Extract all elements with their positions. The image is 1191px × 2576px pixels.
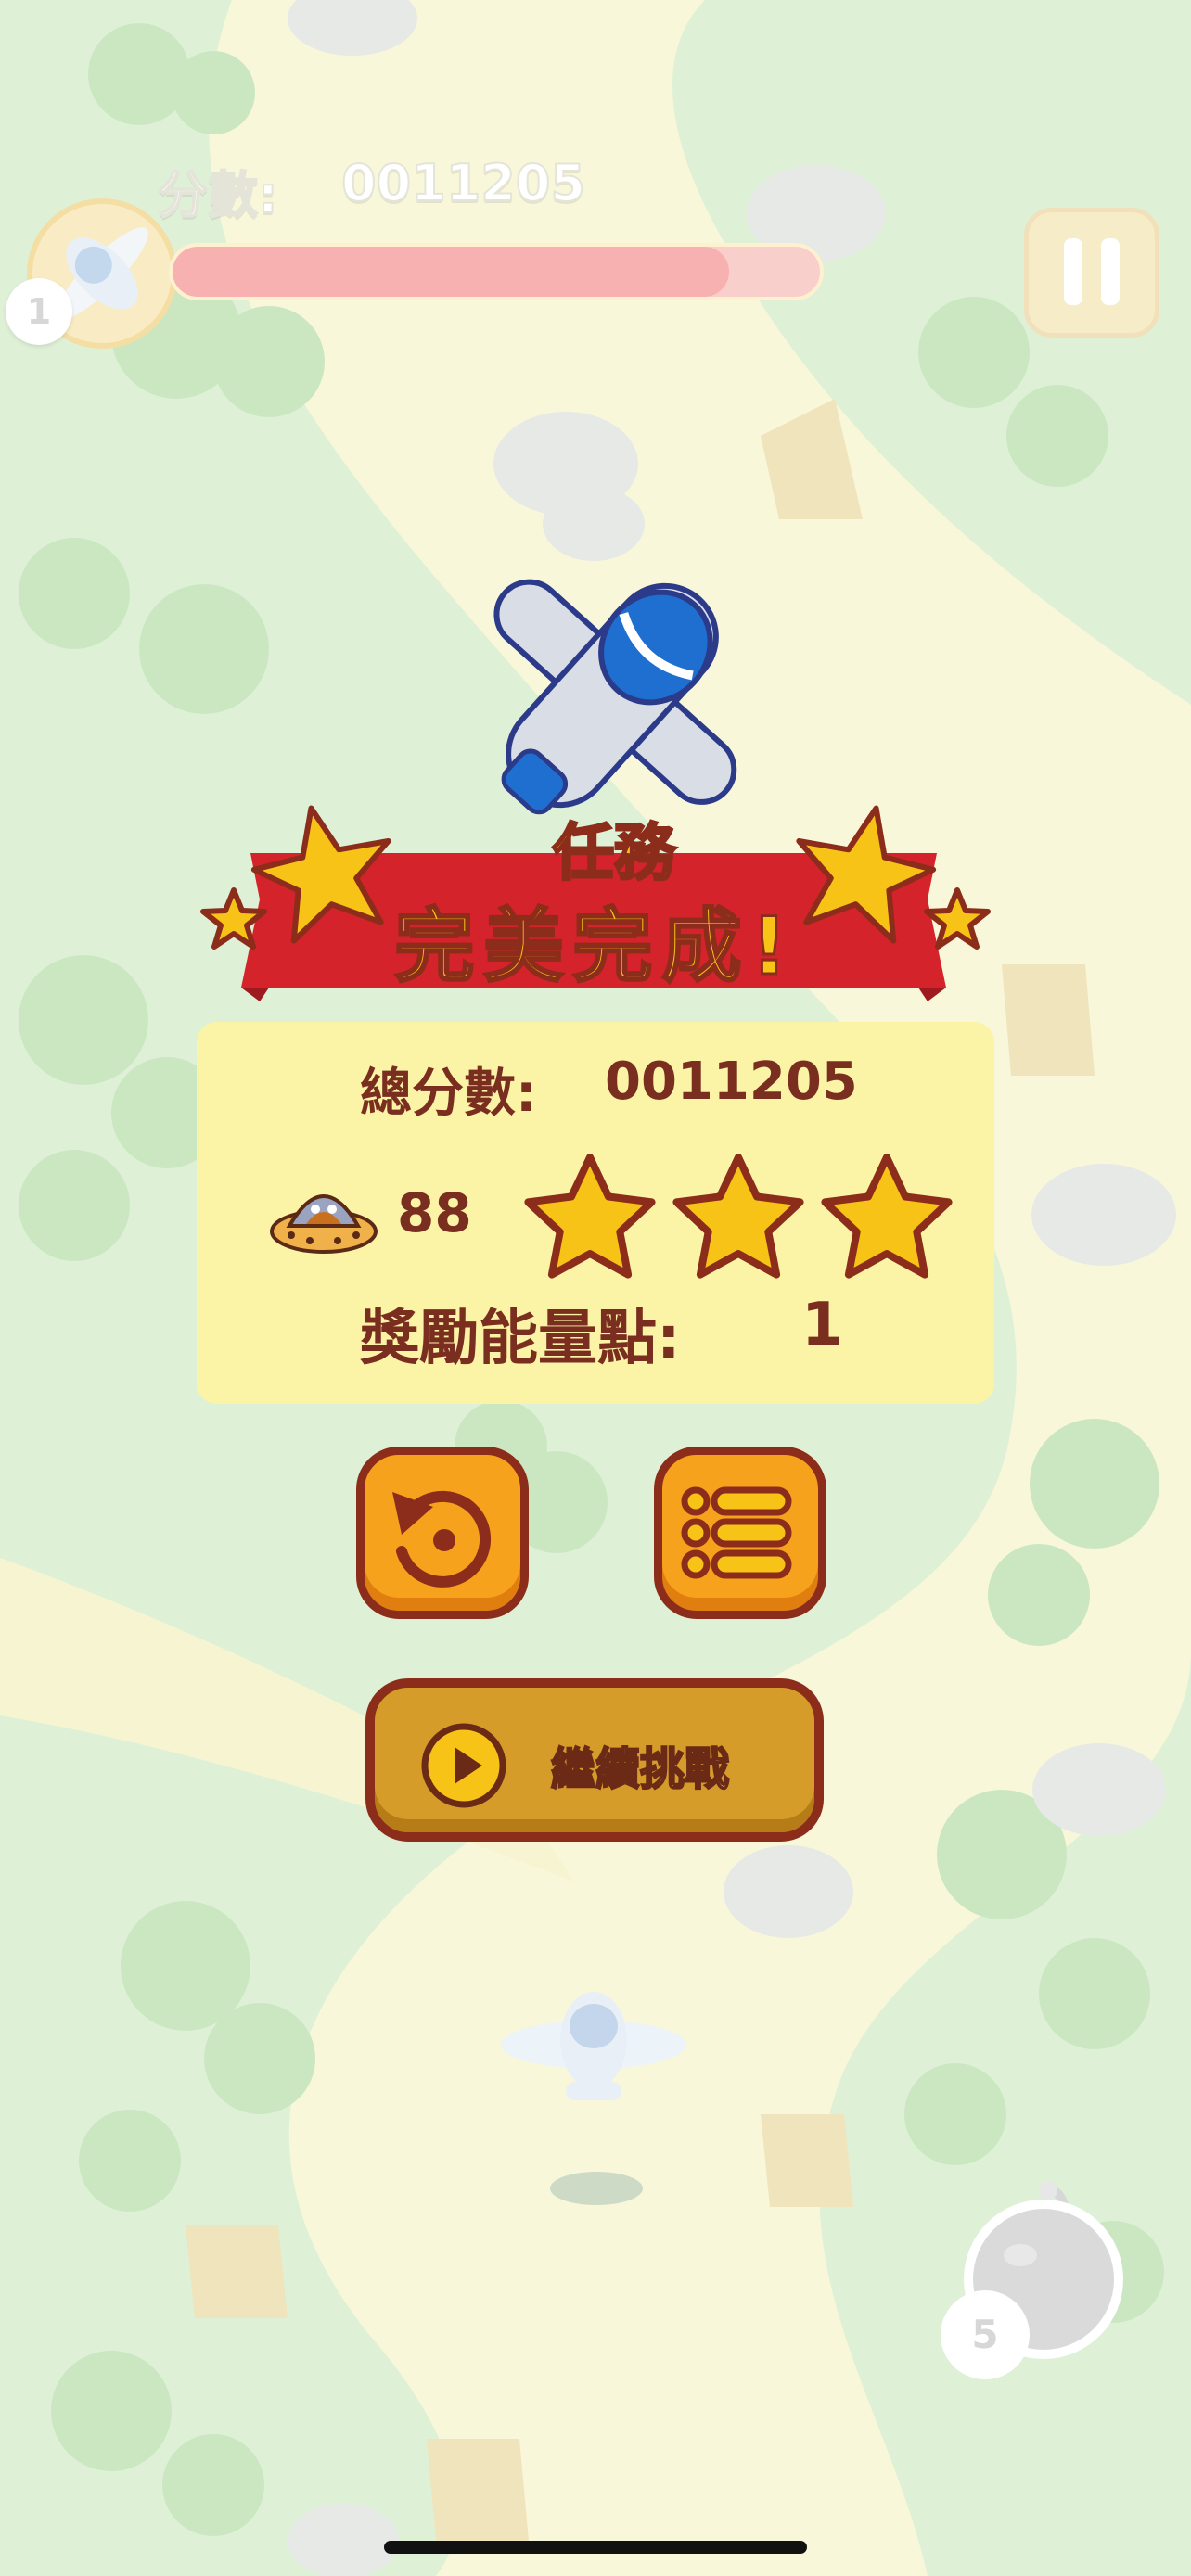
reward-label: 獎勵能量點: [360,1305,681,1373]
retry-icon [392,1490,492,1588]
ufo-icon [270,1194,378,1254]
retry-button[interactable] [356,1447,529,1619]
continue-label: 繼續挑戰 [550,1742,730,1796]
total-score-value: 0011205 [605,1052,858,1112]
star-rating [524,1154,953,1279]
reward-value: 1 [801,1291,843,1359]
total-score-label: 總分數: [360,1064,537,1124]
star-icon [821,1154,953,1279]
banner-title: 任務 [552,816,677,890]
home-indicator[interactable] [384,2541,807,2554]
banner-subtitle: 完美完成! [393,899,797,995]
star-icon [524,1154,656,1279]
menu-button[interactable] [654,1447,826,1619]
continue-button[interactable]: 繼續挑戰 [365,1678,824,1842]
game-screen: 分數: 0011205 1 5 任務 完美完成! 總分數: 0011205 88… [0,0,1191,2576]
ufo-count: 88 [397,1181,472,1244]
menu-list-icon [681,1486,792,1579]
result-panel: 總分數: 0011205 88 獎勵能量點: 1 [197,1022,994,1404]
star-icon [672,1154,804,1279]
play-icon [421,1723,506,1808]
